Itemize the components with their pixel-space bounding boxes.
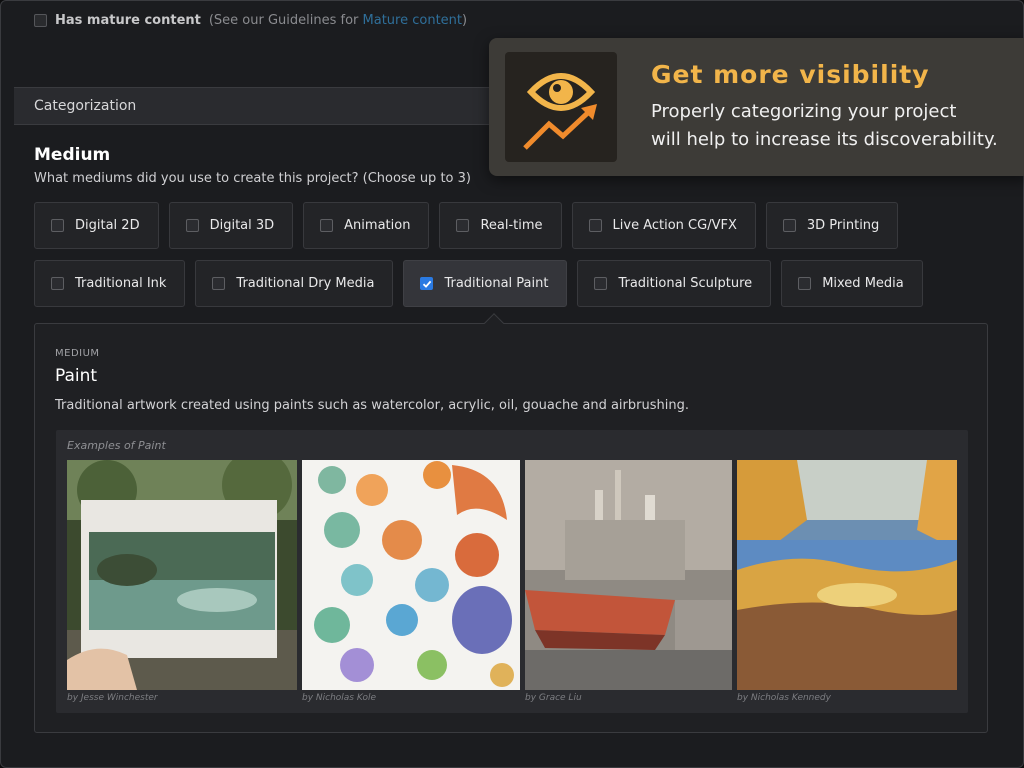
mature-content-label: Has mature content [55,12,201,28]
medium-options-row-2: Traditional Ink Traditional Dry Media Tr… [34,260,923,307]
detail-caret [484,313,504,333]
medium-option-label: Traditional Dry Media [236,276,375,291]
tooltip-body: Properly categorizing your project will … [651,98,1021,154]
medium-detail-panel: MEDIUM Paint Traditional artwork created… [34,313,988,733]
medium-option-digital-2d[interactable]: Digital 2D [34,202,159,249]
mature-content-hint: (See our Guidelines for Mature content) [209,13,467,28]
example-credit-1: by Jesse Winchester [67,693,158,703]
medium-option-label: Live Action CG/VFX [612,218,737,233]
medium-option-live-action-cg-vfx[interactable]: Live Action CG/VFX [571,202,756,249]
detail-name: Paint [55,366,98,386]
checkbox[interactable] [594,277,608,290]
checkbox[interactable] [185,219,199,232]
medium-option-traditional-ink[interactable]: Traditional Ink [34,260,186,307]
checkbox[interactable] [51,219,64,232]
mature-content-row[interactable]: Has mature content (See our Guidelines f… [34,11,467,29]
medium-option-traditional-paint[interactable]: Traditional Paint [403,260,568,307]
example-credit-4: by Nicholas Kennedy [737,693,831,703]
mature-content-checkbox[interactable] [34,13,47,27]
medium-option-digital-3d[interactable]: Digital 3D [168,202,294,249]
harbor-oil-painting [525,460,732,690]
medium-subtitle: What mediums did you use to create this … [34,171,471,186]
mature-content-link[interactable]: Mature content [363,13,462,28]
medium-option-label: Traditional Ink [75,276,167,291]
categorization-title: Categorization [34,98,137,114]
example-credit-3: by Grace Liu [525,693,582,703]
detail-kicker: MEDIUM [55,348,100,359]
medium-option-label: Animation [344,218,411,233]
checkbox[interactable] [782,219,796,232]
examples-gallery: Examples of Paint by Jesse Winchester by… [56,430,968,713]
medium-option-label: Digital 3D [209,218,275,233]
medium-option-label: 3D Printing [806,218,880,233]
example-image-1[interactable] [67,460,297,690]
example-image-4[interactable] [737,460,957,690]
medium-option-traditional-sculpture[interactable]: Traditional Sculpture [577,260,772,307]
visibility-tooltip: Get more visibility Properly categorizin… [489,38,1024,176]
tooltip-body-line-2: will help to increase its discoverabilit… [651,129,998,150]
example-credit-2: by Nicholas Kole [302,693,376,703]
checkbox[interactable] [51,277,64,290]
medium-title: Medium [34,145,111,165]
tooltip-body-line-1: Properly categorizing your project [651,101,957,122]
creature-sketch-painting [302,460,520,690]
medium-options-row-1: Digital 2D Digital 3D Animation Real-tim… [34,202,899,249]
example-image-3[interactable] [525,460,732,690]
checkbox[interactable] [212,277,226,290]
checkbox[interactable] [798,277,812,290]
mature-hint-prefix: (See our Guidelines for [208,12,363,28]
medium-option-label: Traditional Paint [444,276,549,291]
mature-hint-suffix: ) [462,12,468,28]
medium-option-traditional-dry-media[interactable]: Traditional Dry Media [195,260,394,307]
checkbox[interactable] [456,219,470,232]
medium-option-real-time[interactable]: Real-time [439,202,562,249]
examples-label: Examples of Paint [67,439,166,452]
medium-option-mixed-media[interactable]: Mixed Media [781,260,923,307]
detail-description: Traditional artwork created using paints… [55,398,689,413]
medium-option-label: Traditional Sculpture [618,276,753,291]
medium-option-label: Mixed Media [822,276,904,291]
example-image-2[interactable] [302,460,520,690]
eye-trend-up-icon [505,52,617,162]
checkbox[interactable] [588,219,602,232]
tooltip-title: Get more visibility [651,60,930,89]
medium-option-label: Digital 2D [75,218,140,233]
medium-option-animation[interactable]: Animation [303,202,430,249]
coastal-rocks-oil-painting [737,460,957,690]
medium-option-label: Real-time [480,218,543,233]
watercolor-river-painting [67,460,297,690]
checkbox-checked[interactable] [420,277,434,290]
checkbox[interactable] [320,219,334,232]
medium-option-3d-printing[interactable]: 3D Printing [765,202,899,249]
